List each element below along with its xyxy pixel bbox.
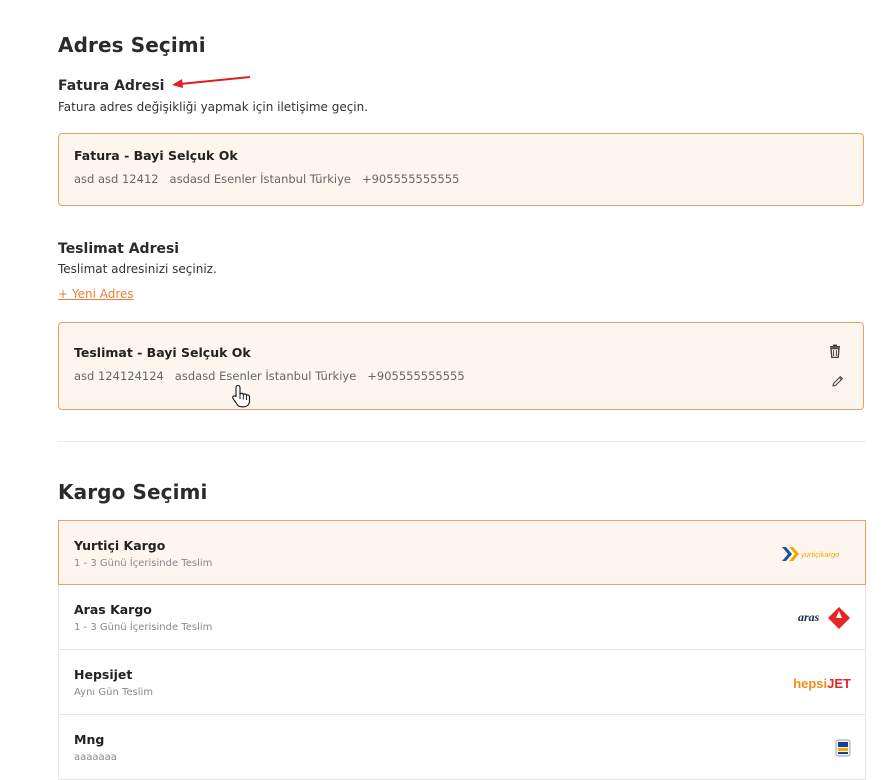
- hepsijet-logo-part2: JET: [827, 675, 851, 691]
- hand-cursor-icon: [232, 384, 251, 408]
- cargo-name: Hepsijet: [74, 667, 133, 682]
- cargo-option-aras[interactable]: Aras Kargo 1 - 3 Günü İçerisinde Teslim …: [58, 585, 866, 650]
- aras-logo-text: aras: [798, 610, 820, 624]
- trash-icon[interactable]: [827, 343, 843, 359]
- cargo-option-hepsijet[interactable]: Hepsijet Aynı Gün Teslim hepsi JET: [58, 650, 866, 715]
- cargo-description: 1 - 3 Günü İçerisinde Teslim: [74, 622, 213, 633]
- section-divider: [58, 441, 866, 442]
- invoice-address-detail: asd asd 12412 asdasd Esenler İstanbul Tü…: [74, 172, 460, 186]
- aras-kargo-logo: aras: [797, 607, 851, 629]
- delivery-address-description: Teslimat adresinizi seçiniz.: [58, 262, 217, 276]
- address-section-title: Adres Seçimi: [58, 33, 206, 57]
- hepsijet-logo-part1: hepsi: [793, 675, 828, 691]
- invoice-address-title: Fatura Adresi: [58, 78, 165, 94]
- cargo-option-mng[interactable]: Mng aaaaaaa: [58, 715, 866, 780]
- cargo-description: aaaaaaa: [74, 752, 117, 763]
- new-address-link[interactable]: + Yeni Adres: [58, 287, 134, 301]
- mng-logo: [835, 737, 851, 759]
- invoice-address-card: Fatura - Bayi Selçuk Ok asd asd 12412 as…: [58, 133, 864, 206]
- cargo-section-title: Kargo Seçimi: [58, 480, 208, 504]
- yurtici-logo-text: yurtiçikargo: [800, 550, 839, 559]
- pencil-icon[interactable]: [829, 373, 845, 389]
- cargo-name: Aras Kargo: [74, 602, 152, 617]
- annotation-arrow: [172, 76, 251, 88]
- invoice-address-name: Fatura - Bayi Selçuk Ok: [74, 148, 238, 163]
- delivery-address-detail: asd 124124124 asdasd Esenler İstanbul Tü…: [74, 369, 465, 383]
- invoice-address-description: Fatura adres değişikliği yapmak için ile…: [58, 100, 369, 114]
- cargo-name: Mng: [74, 732, 105, 747]
- cargo-option-yurtici[interactable]: Yurtiçi Kargo 1 - 3 Günü İçerisinde Tesl…: [58, 520, 866, 585]
- hepsijet-logo: hepsi JET: [793, 672, 851, 694]
- cargo-description: Aynı Gün Teslim: [74, 687, 154, 698]
- yurtici-kargo-logo: yurtiçikargo: [781, 543, 851, 565]
- cargo-description: 1 - 3 Günü İçerisinde Teslim: [74, 558, 213, 569]
- cargo-name: Yurtiçi Kargo: [74, 538, 166, 553]
- delivery-address-title: Teslimat Adresi: [58, 241, 180, 257]
- delivery-address-name: Teslimat - Bayi Selçuk Ok: [74, 345, 251, 360]
- delivery-address-card[interactable]: Teslimat - Bayi Selçuk Ok asd 124124124 …: [58, 322, 864, 410]
